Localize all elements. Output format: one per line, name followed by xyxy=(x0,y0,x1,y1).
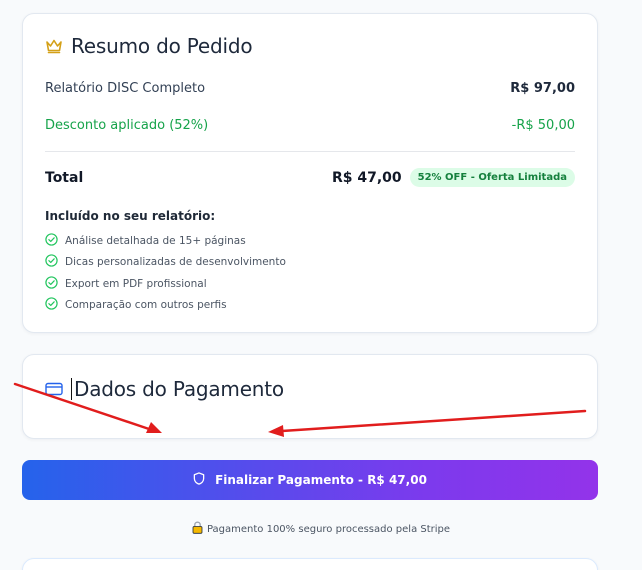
total-amount: R$ 47,00 xyxy=(331,169,402,186)
credit-card-icon xyxy=(45,382,63,396)
summary-divider xyxy=(45,151,575,152)
order-item-label: Relatório DISC Completo xyxy=(45,81,206,96)
shield-icon xyxy=(193,472,205,488)
discount-badge: 52% OFF - Oferta Limitada xyxy=(409,168,575,187)
discount-value: -R$ 50,00 xyxy=(511,118,575,133)
finalize-payment-label: Finalizar Pagamento - R$ 47,00 xyxy=(215,473,427,487)
discount-row: Desconto aplicado (52%) -R$ 50,00 xyxy=(45,118,575,133)
feature-item: Análise detalhada de 15+ páginas xyxy=(45,230,286,252)
order-item-row: Relatório DISC Completo R$ 97,00 xyxy=(45,81,575,96)
secure-note-text: Pagamento 100% seguro processado pela St… xyxy=(206,523,451,535)
next-section-card xyxy=(22,558,598,570)
order-summary-card: Resumo do Pedido Relatório DISC Completo… xyxy=(22,13,598,333)
finalize-payment-button[interactable]: Finalizar Pagamento - R$ 47,00 xyxy=(22,460,598,500)
lock-icon xyxy=(192,521,203,537)
checkout-page: Resumo do Pedido Relatório DISC Completo… xyxy=(0,0,642,570)
order-item-price: R$ 97,00 xyxy=(510,81,575,96)
check-circle-icon xyxy=(45,297,58,313)
features-list: Análise detalhada de 15+ páginas Dicas p… xyxy=(45,230,286,316)
feature-text: Análise detalhada de 15+ páginas xyxy=(65,234,246,247)
feature-item: Comparação com outros perfis xyxy=(45,295,286,317)
total-label: Total xyxy=(45,169,84,186)
discount-label: Desconto aplicado (52%) xyxy=(45,118,209,133)
feature-item: Export em PDF profissional xyxy=(45,273,286,295)
payment-title-text: Dados do Pagamento xyxy=(74,377,284,401)
check-circle-icon xyxy=(45,254,58,270)
feature-text: Comparação com outros perfis xyxy=(65,299,227,312)
text-cursor xyxy=(71,378,72,400)
feature-text: Dicas personalizadas de desenvolvimento xyxy=(65,256,286,269)
feature-text: Export em PDF profissional xyxy=(65,277,207,290)
check-circle-icon xyxy=(45,276,58,292)
total-row: Total R$ 47,00 52% OFF - Oferta Limitada xyxy=(45,168,575,187)
secure-payment-note: Pagamento 100% seguro processado pela St… xyxy=(0,521,642,537)
included-title: Incluído no seu relatório: xyxy=(45,209,216,223)
feature-item: Dicas personalizadas de desenvolvimento xyxy=(45,252,286,274)
payment-details-card[interactable]: Dados do Pagamento xyxy=(22,354,598,439)
crown-icon xyxy=(45,38,63,54)
check-circle-icon xyxy=(45,233,58,249)
summary-title-text: Resumo do Pedido xyxy=(71,34,253,58)
payment-title: Dados do Pagamento xyxy=(45,377,284,401)
summary-title: Resumo do Pedido xyxy=(45,34,253,58)
